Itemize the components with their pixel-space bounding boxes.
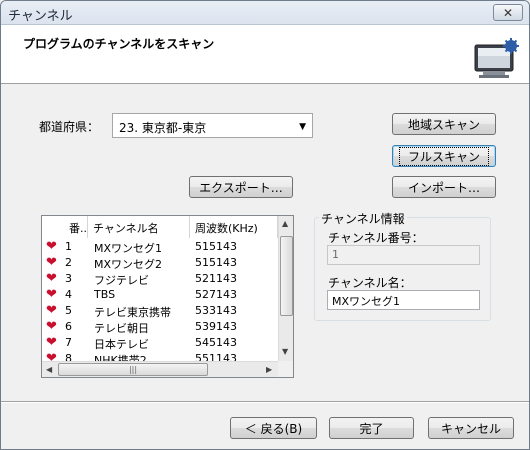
channel-number-cell: 7 <box>65 336 72 349</box>
channel-number-cell: 2 <box>65 256 72 269</box>
chevron-down-icon: ▼ <box>299 122 306 132</box>
cancel-button[interactable]: キャンセル <box>428 417 514 439</box>
scrollbar-corner <box>278 361 293 377</box>
channel-number-cell: 6 <box>65 320 72 333</box>
scroll-down-icon[interactable]: ▼ <box>282 347 288 356</box>
window-title: チャンネル <box>8 9 73 24</box>
channel-frequency-cell: 545143 <box>195 336 237 349</box>
channel-list[interactable]: 番... チャンネル名 周波数(KHz) ❤ 1 MXワンセグ1 515143 ❤ 2 MX… <box>41 215 294 378</box>
full-scan-button[interactable]: フルスキャン <box>392 145 496 167</box>
channel-row[interactable]: ❤ 4 TBS 527143 <box>42 287 278 303</box>
close-button[interactable]: ✕ <box>493 4 523 21</box>
channel-name-cell: フジテレビ <box>94 274 149 287</box>
channel-frequency-cell: 521143 <box>195 272 237 285</box>
channel-number-cell: 3 <box>65 272 72 285</box>
column-frequency[interactable]: 周波数(KHz) <box>190 216 278 238</box>
channel-number-cell: 1 <box>65 240 72 253</box>
channel-row[interactable]: ❤ 7 日本テレビ 545143 <box>42 335 278 352</box>
export-button[interactable]: エクスポート… <box>189 176 293 198</box>
scroll-right-icon[interactable]: ▶ <box>266 365 272 374</box>
channel-row[interactable]: ❤ 6 テレビ朝日 539143 <box>42 319 278 336</box>
channel-frequency-cell: 533143 <box>195 304 237 317</box>
channel-info-title: チャンネル情報 <box>319 210 407 227</box>
heart-icon: ❤ <box>46 287 57 302</box>
wizard-header: プログラムのチャンネルをスキャン <box>1 25 529 84</box>
full-scan-label: フルスキャン <box>398 146 489 166</box>
channel-name-cell: MXワンセグ2 <box>94 258 163 271</box>
channel-row[interactable]: ❤ 5 テレビ東京携帯 533143 <box>42 303 278 320</box>
heart-icon: ❤ <box>46 255 57 270</box>
heart-icon: ❤ <box>46 303 57 318</box>
channel-row[interactable]: ❤ 2 MXワンセグ2 515143 <box>42 255 278 272</box>
channel-rows: ❤ 1 MXワンセグ1 515143 ❤ 2 MXワンセグ2 515143 ❤ 3 フジテレビ 521… <box>42 239 278 368</box>
prefecture-label: 都道府県： <box>39 120 100 134</box>
column-number[interactable]: 番... <box>64 216 88 238</box>
finish-button[interactable]: 完了 <box>329 417 414 439</box>
channel-list-header: 番... チャンネル名 周波数(KHz) <box>42 216 278 238</box>
heart-icon: ❤ <box>46 271 57 286</box>
channel-number-label: チャンネル番号： <box>328 231 424 245</box>
channel-frequency-cell: 515143 <box>195 256 237 269</box>
prefecture-value: 23. 東京都-東京 <box>119 121 207 135</box>
vertical-scrollbar[interactable]: ▲ ▼ <box>278 216 293 361</box>
heart-icon: ❤ <box>46 319 57 334</box>
back-button[interactable]: ＜ 戻る(B) <box>230 417 317 439</box>
channel-name-cell: テレビ朝日 <box>94 322 149 335</box>
heart-icon: ❤ <box>46 335 57 350</box>
heart-icon: ❤ <box>46 239 57 254</box>
channel-number-field: 1 <box>327 245 480 265</box>
channel-name-field[interactable]: MXワンセグ1 <box>327 290 480 310</box>
horizontal-scrollbar[interactable]: ◀ ||| ▶ <box>42 361 278 377</box>
channel-name-cell: MXワンセグ1 <box>94 242 163 255</box>
import-button[interactable]: インポート… <box>392 176 496 198</box>
tv-scan-icon <box>474 38 519 78</box>
channel-name-label: チャンネル名： <box>328 276 412 290</box>
region-scan-button[interactable]: 地域スキャン <box>392 113 496 135</box>
channel-name-cell: テレビ東京携帯 <box>94 306 171 319</box>
channel-frequency-cell: 527143 <box>195 288 237 301</box>
channel-dialog: チャンネル ✕ プログラムのチャンネルをスキャン 都道府県： 23. 東京都-東… <box>0 0 530 450</box>
close-icon: ✕ <box>502 5 514 20</box>
channel-row[interactable]: ❤ 3 フジテレビ 521143 <box>42 271 278 288</box>
vertical-scroll-thumb[interactable] <box>280 236 293 316</box>
channel-number-cell: 5 <box>65 304 72 317</box>
scroll-left-icon[interactable]: ◀ <box>46 365 52 374</box>
channel-frequency-cell: 515143 <box>195 240 237 253</box>
column-channel-name[interactable]: チャンネル名 <box>88 216 190 238</box>
horizontal-scroll-thumb[interactable]: ||| <box>58 363 208 376</box>
channel-row[interactable]: ❤ 1 MXワンセグ1 515143 <box>42 239 278 256</box>
channel-frequency-cell: 539143 <box>195 320 237 333</box>
title-bar: チャンネル ✕ <box>1 1 529 25</box>
channel-name-cell: TBS <box>94 288 116 301</box>
channel-name-cell: 日本テレビ <box>94 338 149 351</box>
footer-divider <box>1 401 529 403</box>
prefecture-select[interactable]: 23. 東京都-東京 ▼ <box>112 113 313 138</box>
scroll-up-icon[interactable]: ▲ <box>282 219 288 228</box>
page-title: プログラムのチャンネルをスキャン <box>23 37 215 51</box>
channel-number-cell: 4 <box>65 288 72 301</box>
